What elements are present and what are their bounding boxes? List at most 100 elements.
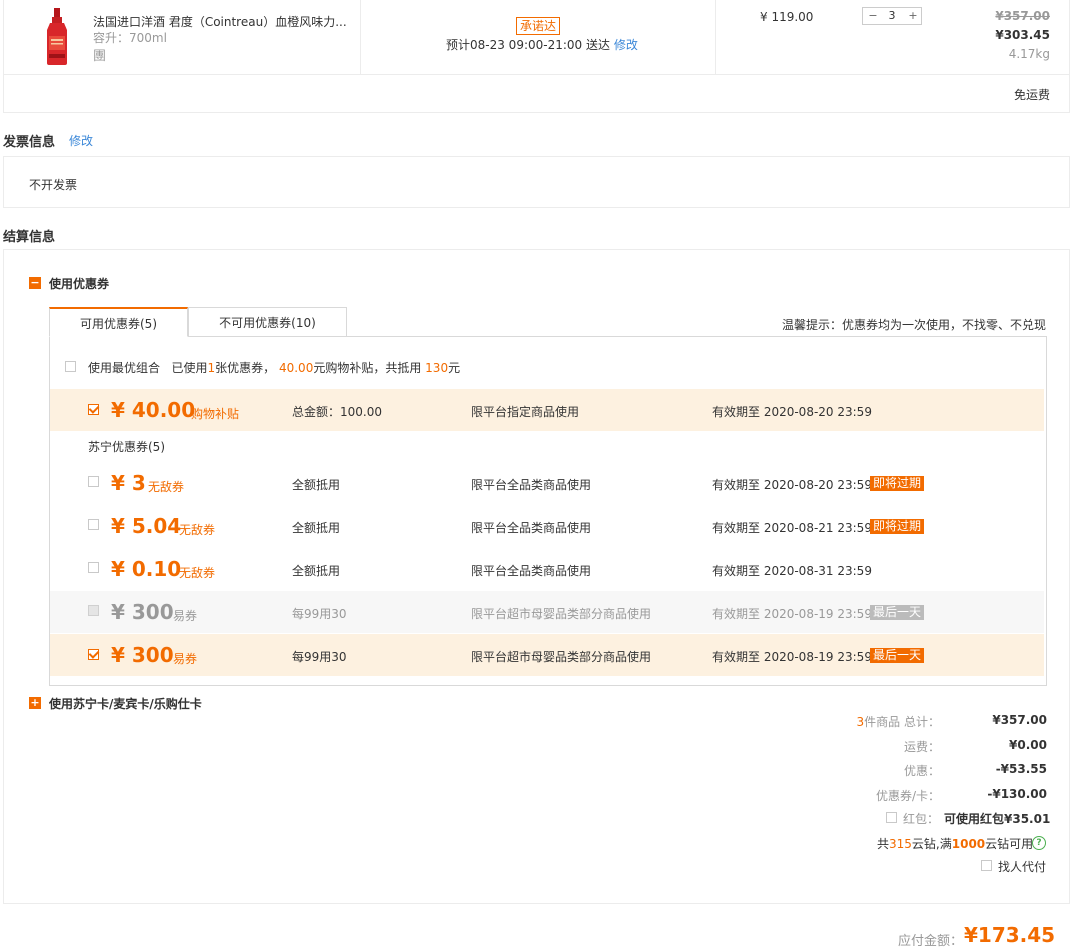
- coupon-scope: 限平台全品类商品使用: [471, 564, 592, 578]
- summary-shipping: ¥0.00: [1009, 738, 1047, 752]
- coupon-amount: ¥ 0.10: [111, 557, 182, 581]
- coupon-checkbox-disabled: [88, 605, 99, 616]
- redpack-label: 红包：: [903, 812, 940, 826]
- diamond-min: 1000: [951, 837, 986, 851]
- payable-amount: ¥173.45: [964, 923, 1056, 947]
- coupon-checkbox[interactable]: [88, 649, 99, 660]
- diamond-text: 共: [877, 837, 890, 851]
- help-icon[interactable]: ?: [1032, 836, 1046, 850]
- coupon-condition: 全额抵用: [292, 564, 341, 578]
- coupon-expiry: 有效期至 2020-08-19 23:59: [712, 650, 872, 664]
- quantity-value[interactable]: 3: [881, 8, 903, 24]
- last-day-badge: 最后一天: [870, 648, 925, 663]
- coupon-amount: ¥ 5.04: [111, 514, 182, 538]
- expand-icon[interactable]: +: [29, 697, 41, 709]
- product-spec: 容升：700ml: [93, 31, 167, 45]
- summary-label: 件商品 总计：: [864, 715, 940, 729]
- coupon-checkbox[interactable]: [88, 476, 99, 487]
- invoice-title: 发票信息: [3, 135, 56, 150]
- coupon-scope: 限平台全品类商品使用: [471, 478, 592, 492]
- coupon-toggle-label[interactable]: 使用优惠券: [49, 275, 109, 292]
- coupon-expiry: 有效期至 2020-08-20 23:59: [712, 478, 872, 492]
- tab-available-coupons[interactable]: 可用优惠券(5): [49, 307, 188, 337]
- summary-count-label: 3件商品 总计：: [820, 713, 940, 730]
- coupon-expiry: 有效期至 2020-08-19 23:59: [712, 607, 872, 621]
- coupon-notice: 温馨提示：优惠券均为一次使用，不找零、不兑现: [781, 318, 1046, 332]
- coupon-scope: 限平台超市母婴品类部分商品使用: [471, 607, 652, 621]
- promise-tag: 承诺达: [516, 17, 561, 35]
- summary-discount: -¥53.55: [995, 762, 1047, 776]
- coupon-amount: ¥ 300: [111, 643, 174, 667]
- coupon-amount: ¥ 300: [111, 600, 174, 624]
- item-weight: 4.17kg: [1008, 47, 1050, 61]
- tab-unavailable-coupons[interactable]: 不可用优惠券(10): [188, 307, 347, 337]
- coupon-type: 无敌券: [179, 566, 216, 580]
- diamond-text: 云钻,满: [911, 837, 952, 851]
- coupon-condition: 每99用30: [292, 650, 347, 664]
- coupon-amount: ¥ 40.00: [111, 398, 196, 422]
- delivery-text: 预计08-23 09:00-21:00 送达: [446, 38, 610, 52]
- best-combo-row: 使用最优组合 已使用1张优惠券， 40.00元购物补贴，共抵用 130元: [88, 359, 460, 376]
- best-combo-count: 1: [207, 361, 216, 375]
- product-image[interactable]: [44, 8, 70, 66]
- coupon-scope: 限平台超市母婴品类部分商品使用: [471, 650, 652, 664]
- coupon-card-label: 优惠券/卡：: [875, 789, 940, 803]
- plus-button[interactable]: +: [907, 8, 919, 24]
- coupon-condition: 每99用30: [292, 607, 347, 621]
- coupon-condition: 全额抵用: [292, 521, 341, 535]
- coupon-condition: 全额抵用: [292, 478, 341, 492]
- divider: [360, 0, 361, 75]
- best-combo-text: 张优惠券，: [215, 361, 276, 375]
- shipping-label: 运费：: [903, 740, 940, 754]
- coupon-type: 易券: [173, 652, 198, 666]
- quantity-stepper: − 3 +: [862, 7, 922, 25]
- subsidy-checkbox[interactable]: [88, 404, 99, 415]
- coupon-scope: 限平台指定商品使用: [471, 405, 580, 419]
- product-name[interactable]: 法国进口洋酒 君度（Cointreau）血橙风味力...: [93, 13, 347, 30]
- summary-total: ¥357.00: [992, 713, 1047, 727]
- invoice-edit-link[interactable]: 修改: [69, 132, 93, 149]
- coupon-condition: 总金额：100.00: [292, 405, 382, 419]
- payable-label: 应付金额：: [898, 934, 964, 949]
- coupon-type: 无敌券: [148, 480, 185, 494]
- coupon-type: 无敌券: [179, 523, 216, 537]
- best-combo-text: 元购物补贴，共抵用: [313, 361, 422, 375]
- suning-coupon-group: 苏宁优惠券(5): [88, 440, 165, 454]
- last-day-badge: 最后一天: [870, 605, 925, 620]
- divider: [715, 0, 716, 75]
- best-combo-amount: 40.00: [278, 361, 314, 375]
- proxy-pay-label[interactable]: 找人代付: [998, 858, 1046, 875]
- coupon-type: 易券: [173, 609, 198, 623]
- coupon-scope: 限平台全品类商品使用: [471, 521, 592, 535]
- proxy-pay-checkbox[interactable]: [981, 860, 992, 871]
- coupon-expiry: 有效期至 2020-08-20 23:59: [712, 405, 872, 419]
- card-toggle-label[interactable]: 使用苏宁卡/麦宾卡/乐购仕卡: [49, 695, 202, 712]
- coupon-type: 购物补贴: [191, 407, 240, 421]
- best-combo-total: 130: [425, 361, 449, 375]
- expiring-badge: 即将过期: [870, 476, 925, 491]
- coupon-amount: ¥ 3: [111, 471, 146, 495]
- redpack-value: 可使用红包¥35.01: [944, 812, 1051, 826]
- delivery-edit-link[interactable]: 修改: [614, 38, 638, 52]
- delivery-time: 预计08-23 09:00-21:00 送达 修改: [446, 36, 638, 53]
- discount-label: 优惠：: [903, 764, 940, 778]
- original-total: ¥357.00: [995, 9, 1050, 23]
- shipping-fee: 免运费: [1013, 88, 1050, 102]
- invoice-box: [3, 156, 1070, 208]
- coupon-checkbox[interactable]: [88, 519, 99, 530]
- expiring-badge: 即将过期: [870, 519, 925, 534]
- invoice-value: 不开发票: [29, 178, 78, 192]
- item-total: ¥303.45: [995, 28, 1050, 42]
- minus-button[interactable]: −: [867, 8, 879, 24]
- settlement-title: 结算信息: [3, 230, 56, 245]
- coupon-expiry: 有效期至 2020-08-31 23:59: [712, 564, 872, 578]
- diamond-count: 315: [889, 837, 912, 851]
- summary-coupon: -¥130.00: [987, 787, 1047, 801]
- diamond-row: 共315云钻,满1000云钻可用: [877, 835, 1033, 852]
- collapse-icon[interactable]: −: [29, 277, 41, 289]
- best-combo-checkbox[interactable]: [65, 361, 76, 372]
- coupon-checkbox[interactable]: [88, 562, 99, 573]
- best-combo-label[interactable]: 使用最优组合: [88, 361, 160, 375]
- redpack-checkbox[interactable]: [886, 812, 897, 823]
- best-combo-text: 已使用: [171, 361, 208, 375]
